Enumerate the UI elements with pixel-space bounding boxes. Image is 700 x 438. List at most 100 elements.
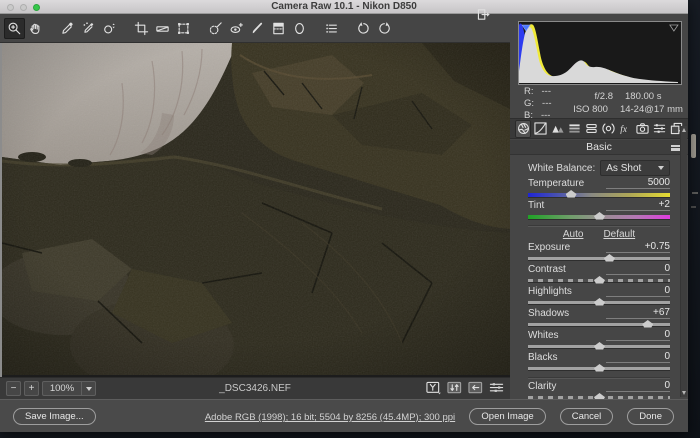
slider-label: Highlights (528, 286, 572, 297)
slider-label: Contrast (528, 264, 566, 275)
radial-filter-tool[interactable] (289, 18, 310, 39)
red-eye-removal-tool[interactable] (226, 18, 247, 39)
hand-tool[interactable] (25, 18, 46, 39)
zoom-in-button[interactable]: + (24, 381, 39, 396)
slider-value-field[interactable]: 5000 (606, 177, 670, 189)
crop-tool[interactable] (131, 18, 152, 39)
slider-contrast: Contrast 0 (528, 263, 670, 284)
preview-mode-button[interactable] (424, 381, 442, 396)
slider-thumb[interactable] (642, 320, 653, 328)
white-balance-select[interactable]: As Shot (600, 160, 670, 176)
scroll-up-icon[interactable] (682, 128, 686, 132)
white-balance-value: As Shot (606, 163, 658, 174)
slider-track[interactable] (528, 298, 670, 306)
camera-raw-dialog: Camera Raw 10.1 - Nikon D850 (0, 0, 688, 432)
tab-effects[interactable]: fx (617, 120, 633, 138)
preview-preferences-button[interactable] (487, 381, 505, 396)
copy-current-to-before-button[interactable] (466, 381, 484, 396)
chevron-down-icon (81, 382, 95, 395)
open-image-button[interactable]: Open Image (469, 408, 545, 425)
tab-detail[interactable] (549, 120, 565, 138)
tab-hsl-grayscale[interactable] (566, 120, 582, 138)
slider-highlights: Highlights 0 (528, 285, 670, 306)
transform-tool[interactable] (173, 18, 194, 39)
rotate-left-button[interactable] (353, 18, 374, 39)
workflow-options-link[interactable]: Adobe RGB (1998); 16 bit; 5504 by 8256 (… (205, 412, 455, 423)
zoom-out-button[interactable]: − (6, 381, 21, 396)
zoom-tool[interactable] (4, 18, 25, 39)
photo-canvas (2, 43, 510, 375)
done-button[interactable]: Done (627, 408, 674, 425)
slider-value-field[interactable]: 0 (606, 351, 670, 363)
white-balance-tool[interactable] (57, 18, 78, 39)
slider-blacks: Blacks 0 (528, 351, 670, 372)
panel-scrollbar[interactable] (680, 126, 687, 397)
rotate-right-button[interactable] (374, 18, 395, 39)
targeted-adjustment-tool[interactable] (99, 18, 120, 39)
tab-basic[interactable] (515, 120, 531, 138)
photo-preview[interactable] (0, 43, 510, 377)
slider-value-field[interactable]: +2 (606, 199, 670, 211)
zoom-level-select[interactable]: 100% (42, 381, 96, 396)
adjustments-panel: R:--- G:--- B:--- f/2.8180.00 s ISO 8001… (510, 14, 688, 399)
slider-track[interactable] (528, 254, 670, 262)
straighten-tool[interactable] (152, 18, 173, 39)
save-image-button[interactable]: Save Image... (13, 408, 96, 425)
preferences-button[interactable] (321, 18, 342, 39)
slider-bar (528, 257, 670, 260)
graduated-filter-tool[interactable] (268, 18, 289, 39)
slider-label: Tint (528, 200, 544, 211)
slider-bar (528, 193, 670, 197)
slider-thumb[interactable] (594, 364, 605, 372)
slider-value-field[interactable]: +67 (606, 307, 670, 319)
tab-split-toning[interactable] (583, 120, 599, 138)
slider-track[interactable] (528, 364, 670, 372)
white-balance-label: White Balance: (528, 163, 595, 174)
slider-thumb[interactable] (594, 276, 605, 284)
slider-label: Blacks (528, 352, 557, 363)
slider-thumb[interactable] (594, 342, 605, 350)
cancel-button[interactable]: Cancel (560, 408, 614, 425)
slider-value-field[interactable]: 0 (606, 263, 670, 275)
slider-track[interactable] (528, 276, 670, 284)
spot-removal-tool[interactable] (205, 18, 226, 39)
basic-panel-content: White Balance: As Shot Temperature 5000 Ti… (510, 155, 680, 399)
slider-label: Exposure (528, 242, 570, 253)
slider-thumb[interactable] (594, 212, 605, 220)
slider-value-field[interactable]: 0 (606, 329, 670, 341)
slider-track[interactable] (528, 212, 670, 220)
tab-camera-calibration[interactable] (634, 120, 650, 138)
slider-track[interactable] (528, 342, 670, 350)
fullscreen-toggle-icon[interactable] (472, 3, 494, 25)
divider (528, 225, 670, 227)
histogram[interactable] (518, 21, 682, 85)
adjustment-brush-tool[interactable] (247, 18, 268, 39)
slider-value-field[interactable]: +0.75 (606, 241, 670, 253)
slider-exposure: Exposure +0.75 (528, 241, 670, 262)
auto-link[interactable]: Auto (563, 229, 584, 240)
tab-tone-curve[interactable] (532, 120, 548, 138)
filename-label: _DSC3426.NEF (219, 378, 291, 400)
slider-label: Temperature (528, 178, 584, 189)
slider-thumb[interactable] (604, 254, 615, 262)
window-title: Camera Raw 10.1 - Nikon D850 (0, 0, 688, 14)
swap-before-after-button[interactable] (445, 381, 463, 396)
slider-label: Clarity (528, 381, 556, 392)
slider-value-field[interactable]: 0 (606, 380, 670, 392)
slider-shadows: Shadows+67 (528, 307, 670, 328)
slider-thumb[interactable] (566, 190, 577, 198)
slider-track[interactable] (528, 320, 670, 328)
exif-readout: R:--- G:--- B:--- f/2.8180.00 s ISO 8001… (510, 88, 688, 118)
color-sampler-tool[interactable] (78, 18, 99, 39)
slider-track[interactable] (528, 190, 670, 198)
slider-value-field[interactable]: 0 (606, 285, 670, 297)
default-link[interactable]: Default (603, 229, 635, 240)
slider-clarity: Clarity 0 (528, 380, 670, 401)
slider-thumb[interactable] (594, 298, 605, 306)
scroll-down-icon[interactable] (682, 391, 686, 395)
tab-lens-corrections[interactable] (600, 120, 616, 138)
zoom-level-value: 100% (43, 382, 81, 395)
slider-temperature: Temperature 5000 (528, 177, 670, 198)
tab-presets[interactable] (651, 120, 667, 138)
panel-header: Basic (510, 140, 688, 155)
